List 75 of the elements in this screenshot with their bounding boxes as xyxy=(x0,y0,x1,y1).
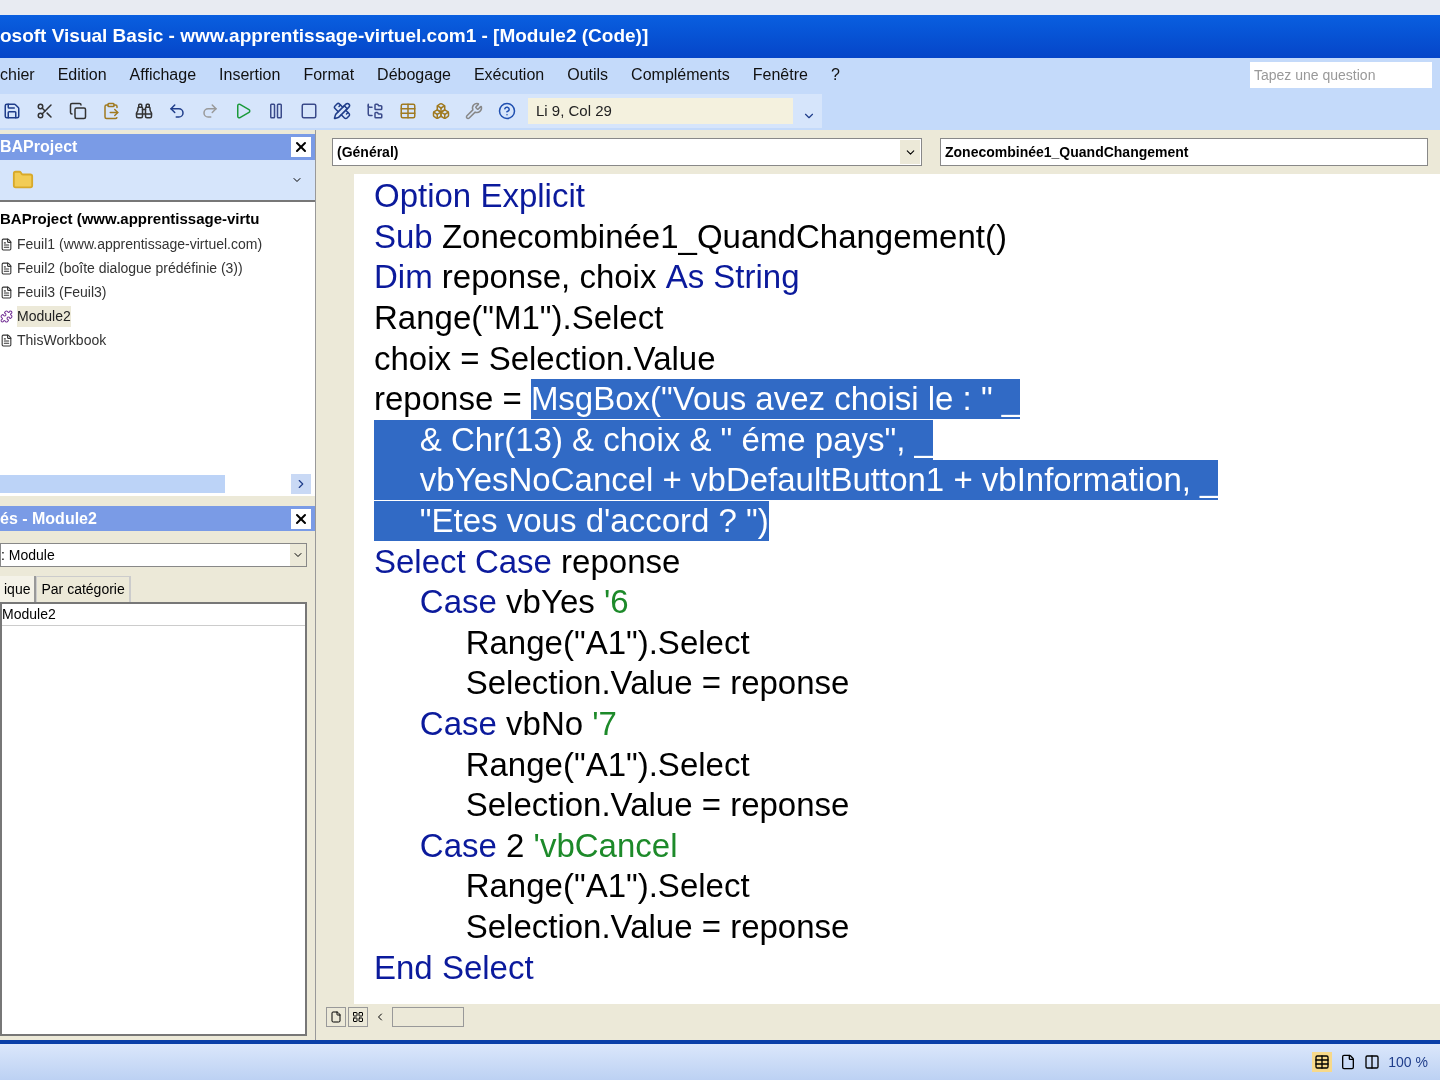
page-layout-icon[interactable] xyxy=(1340,1054,1357,1070)
document-icon xyxy=(0,238,13,251)
document-icon xyxy=(0,262,13,275)
procedure-dropdown[interactable]: Zonecombinée1_QuandChangement xyxy=(940,138,1428,166)
tree-item[interactable]: Feuil1 (www.apprentissage-virtuel.com) xyxy=(17,234,263,255)
scrollbar-thumb[interactable] xyxy=(0,475,225,493)
code-text: As String xyxy=(665,257,800,298)
code-text: reponse = xyxy=(374,379,523,420)
menu-item[interactable]: Débogage xyxy=(377,63,451,87)
menu-item[interactable]: Outils xyxy=(567,63,609,87)
help-search-field[interactable]: Tapez une question xyxy=(1250,62,1432,88)
scroll-right-icon[interactable] xyxy=(291,474,311,494)
scrollbar-thumb[interactable] xyxy=(392,1007,464,1027)
code-text: Sub xyxy=(374,216,433,257)
close-icon[interactable] xyxy=(291,137,311,157)
code-text: "Etes vous d'accord ? ") xyxy=(374,501,769,542)
tree-item[interactable]: Module2 xyxy=(17,306,71,327)
module-icon xyxy=(0,310,13,323)
toggle-folders-icon[interactable] xyxy=(12,169,34,191)
menu-item[interactable]: Format xyxy=(303,63,355,87)
code-text: Select Case xyxy=(374,541,552,582)
code-text: reponse xyxy=(560,541,681,582)
close-icon[interactable] xyxy=(291,508,311,529)
menu-item[interactable]: Fenêtre xyxy=(752,63,808,87)
code-text: 'vbCancel xyxy=(533,825,678,866)
menu-item[interactable]: Affichage xyxy=(129,63,197,87)
tree-item[interactable]: Feuil3 (Feuil3) xyxy=(17,282,107,303)
object-dropdown[interactable]: : Module xyxy=(0,543,307,567)
tree-item[interactable]: Feuil2 (boîte dialogue prédéfinie (3)) xyxy=(17,258,243,279)
zoom-level[interactable]: 100 % xyxy=(1388,1051,1428,1073)
panel-title: és - Module2 xyxy=(0,508,97,529)
code-text: vbYes xyxy=(505,582,596,623)
code-text: Case xyxy=(418,704,497,744)
code-text: Dim xyxy=(374,257,433,298)
property-row[interactable]: Module2 xyxy=(2,604,305,626)
code-text: Selection.Value = reponse xyxy=(464,663,850,704)
document-icon xyxy=(0,334,13,347)
document-icon xyxy=(0,286,13,299)
code-text: End Select xyxy=(374,947,534,988)
code-text: choix = Selection.Value xyxy=(374,338,716,379)
code-text: reponse, choix xyxy=(440,257,658,298)
normal-view-icon[interactable] xyxy=(1312,1052,1333,1072)
code-text: Range("A1").Select xyxy=(464,622,750,663)
code-text: vbNo xyxy=(505,704,585,744)
menu-item[interactable]: Compléments xyxy=(631,63,730,87)
menu-item[interactable]: Edition xyxy=(57,63,107,87)
code-text: Range("A1").Select xyxy=(464,866,750,907)
procedure-view-icon[interactable] xyxy=(326,1007,346,1027)
menu-item[interactable]: Insertion xyxy=(219,63,281,87)
code-text: Case xyxy=(418,582,497,623)
menu-item[interactable]: Exécution xyxy=(473,63,545,87)
window-title: osoft Visual Basic - www.apprentissage-virtuel.com1 - [Module2 (Code)] xyxy=(0,24,649,49)
code-text: Range("A1").Select xyxy=(464,744,750,785)
code-text: Zonecombinée1_QuandChangement() xyxy=(440,216,1007,257)
tab[interactable]: ique xyxy=(0,576,37,602)
code-text: '7 xyxy=(592,704,617,744)
code-text: & Chr(13) & choix & " éme pays", _ xyxy=(374,419,933,460)
code-text: Range("M1").Select xyxy=(374,298,664,339)
tree-root[interactable]: BAProject (www.apprentissage-virtu xyxy=(0,208,315,231)
page-break-icon[interactable] xyxy=(1364,1054,1381,1070)
object-dropdown[interactable]: (Général) xyxy=(332,138,922,166)
code-text: 2 xyxy=(505,825,526,866)
code-text: Selection.Value = reponse xyxy=(464,785,850,826)
code-text: MsgBox("Vous avez choisi le : " _ xyxy=(530,379,1021,420)
tree-item[interactable]: ThisWorkbook xyxy=(17,330,107,351)
cursor-position-field: Li 9, Col 29 xyxy=(528,98,793,124)
menu-item[interactable]: ? xyxy=(830,63,840,87)
panel-title: BAProject xyxy=(0,137,78,157)
menu-item[interactable]: chier xyxy=(0,63,35,87)
code-text: Selection.Value = reponse xyxy=(464,907,850,947)
tab[interactable]: Par catégorie xyxy=(36,576,131,602)
code-text: '6 xyxy=(603,582,629,623)
code-text: Option Explicit xyxy=(374,176,585,217)
code-text: Case xyxy=(418,825,497,866)
module-view-icon[interactable] xyxy=(348,1007,368,1027)
